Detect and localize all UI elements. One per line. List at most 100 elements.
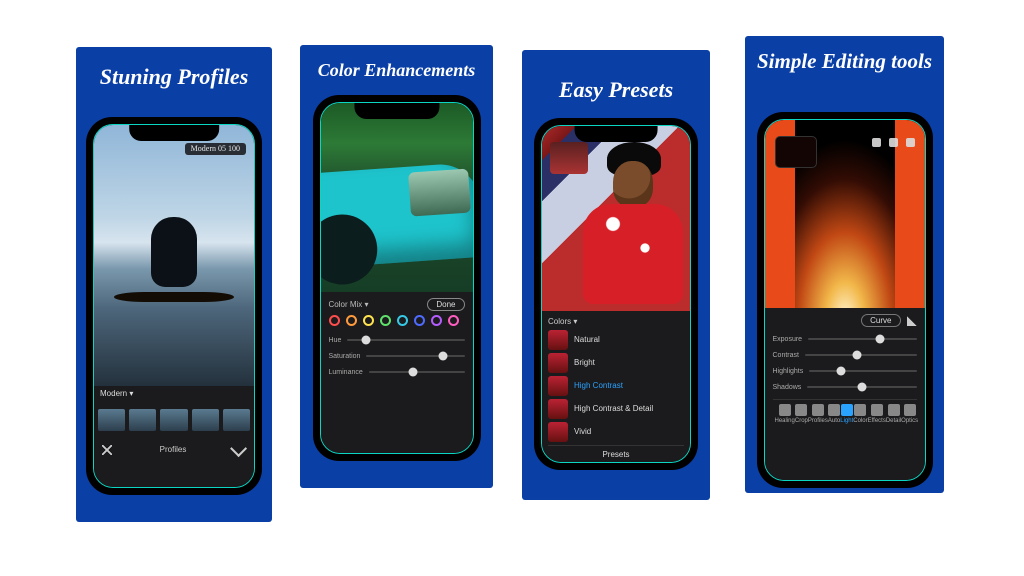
preset-item[interactable]: Bright	[548, 353, 684, 373]
phone-screen: Curve ExposureContrastHighlightsShadows …	[764, 119, 926, 481]
slider-exposure[interactable]: Exposure	[773, 331, 917, 347]
confirm-icon[interactable]	[230, 440, 247, 457]
preset-item[interactable]: Natural	[548, 330, 684, 350]
tool-optics[interactable]: Optics	[901, 404, 918, 424]
profile-thumb[interactable]	[98, 409, 125, 431]
preset-thumb	[548, 399, 568, 419]
subject-head	[613, 161, 653, 207]
tool-detail[interactable]: Detail	[886, 404, 901, 424]
slider-label: Luminance	[329, 369, 363, 376]
preset-group-dropdown[interactable]: Colors ▾	[548, 317, 684, 326]
phone-notch	[354, 103, 439, 119]
tool-label: Light	[840, 418, 853, 424]
editing-tool-row: HealingCropProfilesAutoLightColorEffects…	[773, 399, 917, 426]
profile-thumb[interactable]	[129, 409, 156, 431]
cloud-icon[interactable]	[889, 138, 898, 147]
card-title: Easy Presets	[522, 68, 710, 102]
profile-thumb[interactable]	[223, 409, 250, 431]
preset-item[interactable]: Vivid	[548, 422, 684, 442]
photo-boat	[114, 292, 234, 302]
tool-color[interactable]: Color	[853, 404, 867, 424]
hue-dot[interactable]	[346, 315, 357, 326]
slider-hue[interactable]: Hue	[329, 332, 465, 348]
preset-item[interactable]: High Contrast	[548, 376, 684, 396]
hue-picker-row	[329, 315, 465, 326]
hue-dot[interactable]	[380, 315, 391, 326]
tool-icon	[812, 404, 824, 416]
preset-thumb	[548, 376, 568, 396]
phone-mock: Curve ExposureContrastHighlightsShadows …	[757, 112, 933, 488]
undo-icon[interactable]	[872, 138, 881, 147]
preset-thumb	[548, 353, 568, 373]
slider-label: Shadows	[773, 384, 802, 391]
phone-mock: Modern 05 100 Modern ▾	[86, 117, 262, 495]
promo-stage: Stuning Profiles Modern 05 100 Modern ▾	[0, 0, 1024, 576]
hue-dot[interactable]	[397, 315, 408, 326]
slider-label: Contrast	[773, 352, 799, 359]
tool-profiles[interactable]: Profiles	[808, 404, 828, 424]
curve-button[interactable]: Curve	[861, 314, 900, 327]
tool-label: Color	[853, 418, 867, 424]
before-thumbnail[interactable]	[775, 136, 817, 168]
tool-healing[interactable]: Healing	[775, 404, 795, 424]
preset-item[interactable]: High Contrast & Detail	[548, 399, 684, 419]
tool-crop[interactable]: Crop	[795, 404, 808, 424]
hue-dot[interactable]	[431, 315, 442, 326]
tool-icon	[904, 404, 916, 416]
profile-thumb-strip[interactable]	[94, 401, 254, 439]
hue-dot[interactable]	[363, 315, 374, 326]
photo-subject	[151, 217, 197, 287]
presets-panel: Colors ▾ Natural Bright High Contrast High …	[542, 311, 690, 462]
tool-label: Optics	[901, 418, 918, 424]
slider-label: Hue	[329, 337, 342, 344]
slider-shadows[interactable]: Shadows	[773, 379, 917, 395]
phone-screen: Colors ▾ Natural Bright High Contrast High …	[541, 125, 691, 463]
slider-highlights[interactable]: Highlights	[773, 363, 917, 379]
feature-card-profiles: Stuning Profiles Modern 05 100 Modern ▾	[76, 47, 272, 522]
edited-photo[interactable]	[94, 125, 254, 386]
panel-title: Presets	[548, 445, 684, 459]
slider-label: Exposure	[773, 336, 803, 343]
tool-label: Auto	[828, 418, 840, 424]
profile-group-dropdown[interactable]: Modern ▾	[94, 386, 254, 401]
hue-dot[interactable]	[414, 315, 425, 326]
light-panel: Curve ExposureContrastHighlightsShadows …	[765, 308, 925, 480]
phone-notch	[800, 120, 890, 136]
card-title: Simple Editing tools	[745, 40, 944, 73]
slider-contrast[interactable]: Contrast	[773, 347, 917, 363]
edited-photo[interactable]	[321, 103, 473, 306]
tool-label: Detail	[886, 418, 901, 424]
cancel-icon[interactable]	[102, 445, 112, 455]
slider-saturation[interactable]: Saturation	[329, 348, 465, 364]
feature-card-presets: Easy Presets Colors ▾ Natural Bright High …	[522, 50, 710, 500]
preset-thumb	[548, 422, 568, 442]
tool-icon	[888, 404, 900, 416]
slider-label: Highlights	[773, 368, 804, 375]
card-title: Color Enhancements	[300, 51, 493, 81]
tool-light[interactable]: Light	[840, 404, 853, 424]
tool-icon	[854, 404, 866, 416]
hue-dot[interactable]	[329, 315, 340, 326]
subject-jacket	[583, 204, 683, 304]
tool-label: Effects	[868, 418, 886, 424]
tool-effects[interactable]: Effects	[868, 404, 886, 424]
profile-thumb[interactable]	[192, 409, 219, 431]
tool-icon	[795, 404, 807, 416]
before-thumbnail[interactable]	[550, 142, 588, 174]
share-icon[interactable]	[906, 138, 915, 147]
profile-thumb[interactable]	[160, 409, 187, 431]
phone-mock: Colors ▾ Natural Bright High Contrast High …	[534, 118, 698, 470]
slider-luminance[interactable]: Luminance	[329, 364, 465, 380]
edit-icon[interactable]	[907, 316, 917, 326]
hue-dot[interactable]	[448, 315, 459, 326]
panel-label[interactable]: Color Mix ▾	[329, 300, 369, 309]
profile-badge: Modern 05 100	[185, 143, 246, 155]
done-button[interactable]: Done	[427, 298, 464, 311]
slider-label: Saturation	[329, 353, 361, 360]
tool-label: Healing	[775, 418, 795, 424]
tool-label: Crop	[795, 418, 808, 424]
tool-auto[interactable]: Auto	[828, 404, 840, 424]
tool-label: Profiles	[808, 418, 828, 424]
card-title: Stuning Profiles	[76, 55, 272, 89]
phone-screen: Modern 05 100 Modern ▾	[93, 124, 255, 488]
